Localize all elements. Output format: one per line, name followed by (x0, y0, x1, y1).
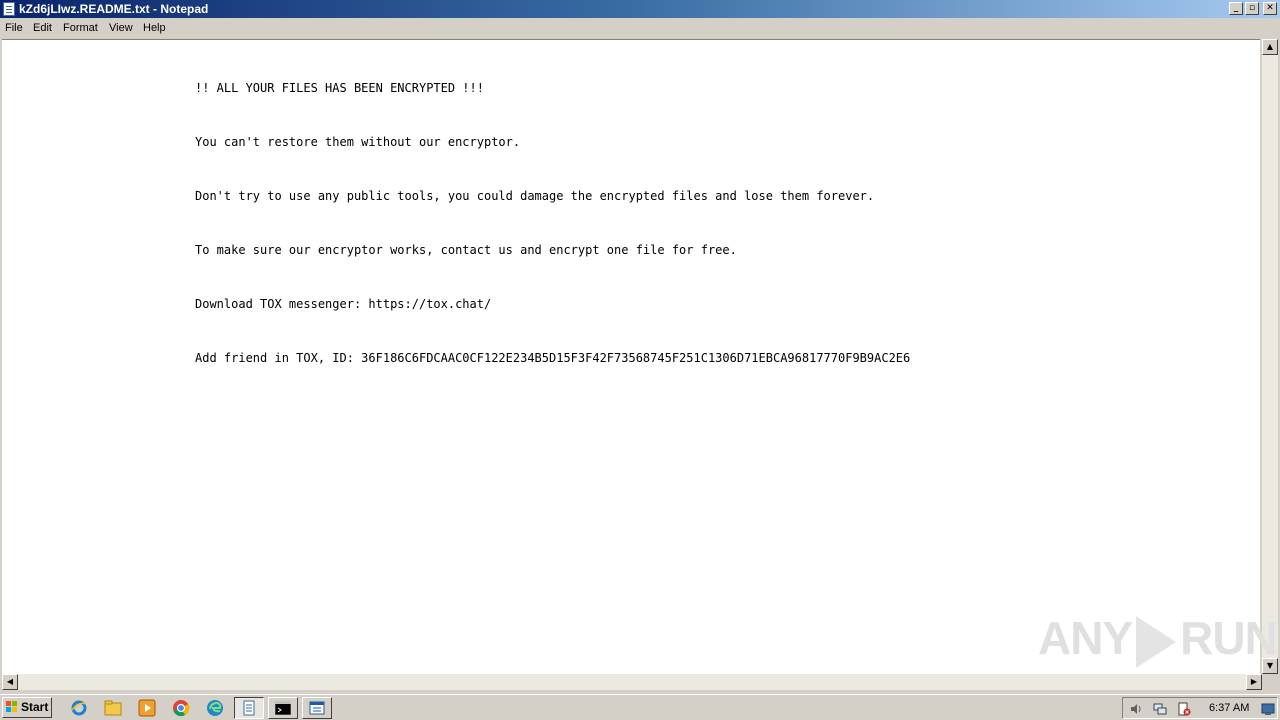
scrollbar-corner (1262, 674, 1278, 690)
windows-logo-icon (6, 701, 18, 713)
scroll-right-button[interactable]: ▶ (1246, 674, 1262, 690)
action-center-icon[interactable] (1177, 702, 1191, 716)
text-line: Download TOX messenger: https://tox.chat… (195, 297, 492, 311)
notepad-icon (243, 700, 255, 716)
clock[interactable]: 6:37 AM (1209, 701, 1249, 715)
start-button[interactable]: Start (2, 697, 52, 718)
minimize-button[interactable]: _ (1229, 2, 1243, 15)
title-bar[interactable]: kZd6jLIwz.README.txt - Notepad _ ▫ ✕ (0, 0, 1280, 18)
text-line: !! ALL YOUR FILES HAS BEEN ENCRYPTED !!! (195, 81, 484, 95)
media-player-icon[interactable] (138, 699, 156, 717)
command-prompt-icon (275, 701, 291, 715)
menu-help[interactable]: Help (143, 21, 166, 35)
scroll-left-button[interactable]: ◀ (2, 674, 18, 690)
taskbar-cmd-button[interactable] (268, 697, 298, 719)
taskbar: Start 6:37 AM (0, 694, 1280, 720)
vertical-scrollbar[interactable]: ▲ ▼ (1262, 39, 1278, 674)
text-editor[interactable]: !! ALL YOUR FILES HAS BEEN ENCRYPTED !!!… (2, 39, 1260, 675)
text-line: To make sure our encryptor works, contac… (195, 243, 737, 257)
notepad-window: kZd6jLIwz.README.txt - Notepad _ ▫ ✕ Fil… (0, 0, 1280, 694)
notepad-icon[interactable] (3, 2, 15, 16)
horizontal-scrollbar[interactable]: ◀ ▶ (2, 674, 1262, 690)
application-window-icon (309, 701, 325, 715)
show-desktop-icon[interactable] (1261, 702, 1275, 716)
document-text: !! ALL YOUR FILES HAS BEEN ENCRYPTED !!!… (195, 51, 910, 403)
menu-file[interactable]: File (5, 21, 23, 35)
menu-edit[interactable]: Edit (33, 21, 52, 35)
file-explorer-icon[interactable] (104, 699, 122, 717)
text-line: You can't restore them without our encry… (195, 135, 521, 149)
menu-format[interactable]: Format (63, 21, 98, 35)
volume-icon[interactable] (1129, 702, 1143, 716)
edge-icon[interactable] (206, 699, 224, 717)
taskbar-notepad-button[interactable] (234, 697, 264, 719)
watermark-right-text: RUN (1180, 612, 1278, 664)
anyrun-watermark: ANY RUN (1038, 606, 1278, 670)
text-line: Add friend in TOX, ID: 36F186C6FDCAAC0CF… (195, 351, 911, 365)
start-label: Start (21, 700, 49, 714)
menu-bar: File Edit Format View Help (0, 18, 1280, 38)
close-button[interactable]: ✕ (1263, 2, 1277, 15)
window-title: kZd6jLIwz.README.txt - Notepad (19, 2, 209, 16)
play-icon (1136, 615, 1177, 668)
system-tray: 6:37 AM (1122, 697, 1278, 719)
menu-view[interactable]: View (109, 21, 133, 35)
network-icon[interactable] (1153, 702, 1167, 716)
scroll-up-button[interactable]: ▲ (1262, 39, 1278, 55)
taskbar-window-button[interactable] (302, 697, 332, 719)
chrome-icon[interactable] (172, 699, 190, 717)
text-line: Don't try to use any public tools, you c… (195, 189, 875, 203)
watermark-left-text: ANY (1038, 612, 1133, 664)
maximize-button[interactable]: ▫ (1245, 2, 1259, 15)
internet-explorer-icon[interactable] (70, 699, 88, 717)
